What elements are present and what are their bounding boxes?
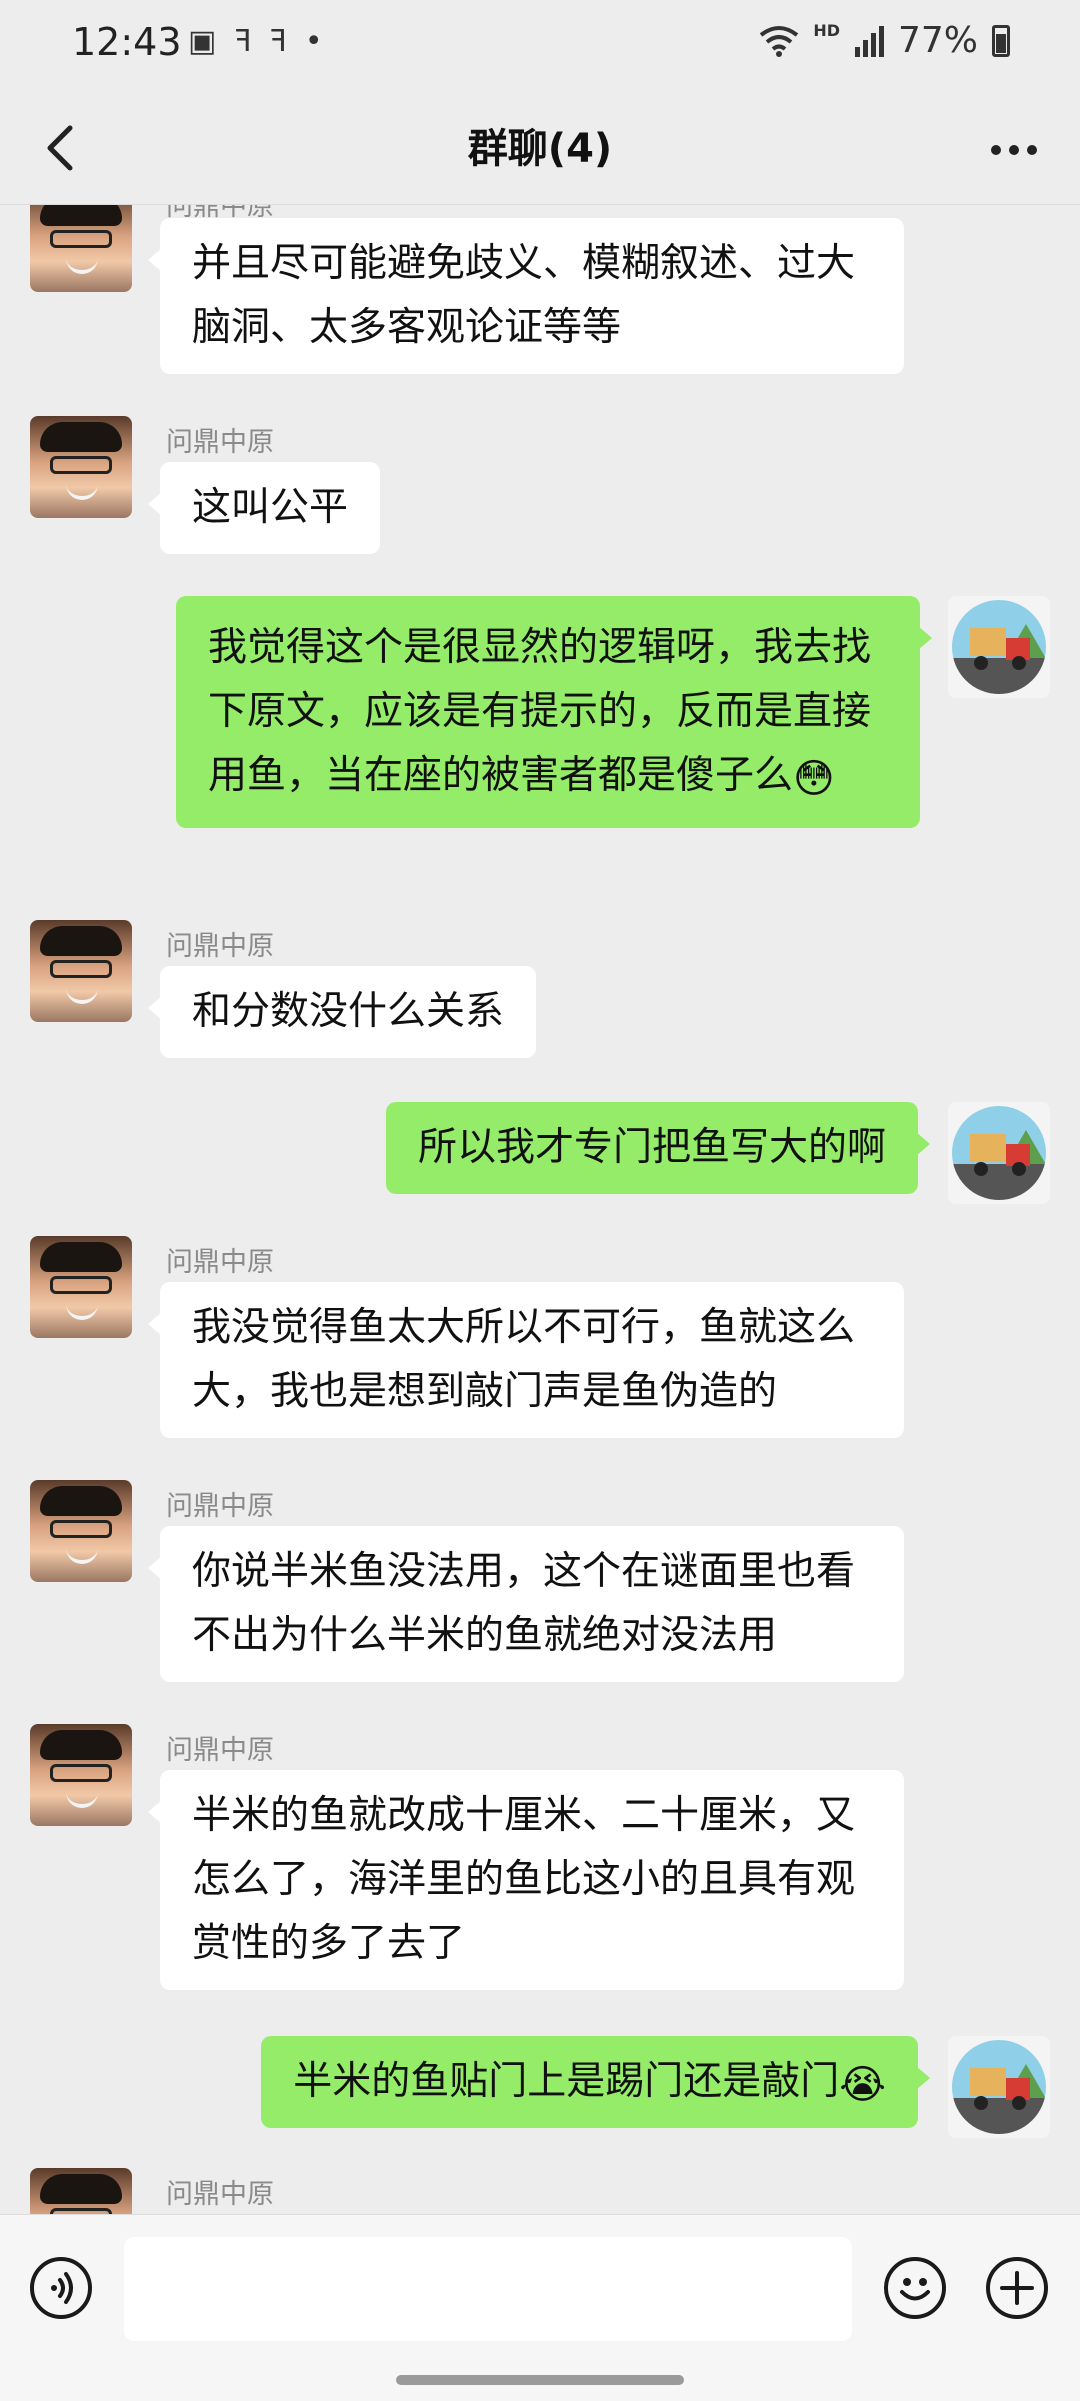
notification-icons: ▣ ꟻ ꟻ • xyxy=(188,24,323,59)
voice-input-button[interactable] xyxy=(30,2257,92,2319)
chat-header: 群聊(4) xyxy=(0,92,1080,205)
friend-avatar[interactable] xyxy=(30,1236,132,1338)
app-notification-icon: ꟻ xyxy=(234,24,252,59)
home-indicator[interactable] xyxy=(396,2375,684,2385)
sender-name: 问鼎中原 xyxy=(166,1735,274,1766)
sender-name: 问鼎中原 xyxy=(166,427,274,458)
flushed-emoji-icon: 😳 xyxy=(793,756,835,802)
friend-avatar[interactable] xyxy=(30,920,132,1022)
sender-name: 问鼎中原 xyxy=(166,931,274,962)
message-bubble-incoming[interactable]: 你说半米鱼没法用，这个在谜面里也看不出为什么半米的鱼就绝对没法用 xyxy=(148,1526,904,1682)
message-bubble-incoming[interactable]: 半米的鱼就改成十厘米、二十厘米，又怎么了，海洋里的鱼比这小的且具有观赏性的多了去… xyxy=(148,1770,904,1990)
friend-avatar[interactable] xyxy=(30,1480,132,1582)
my-avatar[interactable] xyxy=(948,2036,1050,2138)
image-notification-icon: ▣ xyxy=(188,24,217,59)
my-avatar[interactable] xyxy=(948,596,1050,698)
app-notification-icon: ꟻ xyxy=(269,24,287,59)
message-bubble-outgoing[interactable]: 我觉得这个是很显然的逻辑呀，我去找下原文，应该是有提示的，反而是直接用鱼，当在座… xyxy=(176,596,932,828)
chat-title: 群聊(4) xyxy=(467,126,613,172)
friend-avatar[interactable] xyxy=(30,204,132,292)
crying-emoji-icon: 😭 xyxy=(839,2062,886,2108)
hd-label: HD xyxy=(813,21,840,40)
input-bar xyxy=(0,2214,1080,2401)
smiley-icon xyxy=(900,2278,930,2301)
wifi-icon xyxy=(760,25,799,57)
message-bubble-incoming[interactable]: 这叫公平 xyxy=(147,462,381,554)
chat-message-list[interactable]: 问鼎中原 并且尽可能避免歧义、模糊叙述、过大脑洞、太多客观论证等等 问鼎中原 这… xyxy=(0,204,1080,2214)
dot-icon: • xyxy=(304,24,323,59)
battery-icon xyxy=(992,24,1010,57)
message-text: 我觉得这个是很显然的逻辑呀，我去找下原文，应该是有提示的，反而是直接用鱼，当在座… xyxy=(208,625,872,798)
message-text: 半米的鱼贴门上是踢门还是敲门 xyxy=(293,2059,840,2104)
status-bar: 12:43 ▣ ꟻ ꟻ • HD 77% xyxy=(0,0,1080,92)
sender-name: 问鼎中原 xyxy=(166,2179,274,2210)
friend-avatar[interactable] xyxy=(30,1724,132,1826)
message-input[interactable] xyxy=(124,2237,852,2341)
message-bubble-incoming[interactable]: 我没觉得鱼太大所以不可行，鱼就这么大，我也是想到敲门声是鱼伪造的 xyxy=(148,1282,904,1438)
voice-icon xyxy=(51,2272,73,2304)
battery-percent: 77% xyxy=(897,20,978,61)
more-functions-button[interactable] xyxy=(986,2257,1048,2319)
friend-avatar[interactable] xyxy=(30,2168,132,2214)
more-options-icon[interactable] xyxy=(986,130,1042,170)
signal-icon xyxy=(854,25,884,57)
status-right: HD 77% xyxy=(759,20,1010,61)
status-time: 12:43 xyxy=(72,20,182,64)
my-avatar[interactable] xyxy=(948,1102,1050,1204)
message-bubble-outgoing[interactable]: 半米的鱼贴门上是踢门还是敲门😭 xyxy=(261,2036,930,2128)
message-bubble-incoming[interactable]: 并且尽可能避免歧义、模糊叙述、过大脑洞、太多客观论证等等 xyxy=(148,218,904,374)
sender-name: 问鼎中原 xyxy=(166,1491,274,1522)
message-bubble-incoming[interactable]: 和分数没什么关系 xyxy=(147,966,537,1058)
message-bubble-outgoing[interactable]: 所以我才专门把鱼写大的啊 xyxy=(385,1102,931,1194)
sender-name: 问鼎中原 xyxy=(166,1247,274,1278)
plus-icon xyxy=(1000,2271,1034,2305)
emoji-button[interactable] xyxy=(884,2257,946,2319)
friend-avatar[interactable] xyxy=(30,416,132,518)
